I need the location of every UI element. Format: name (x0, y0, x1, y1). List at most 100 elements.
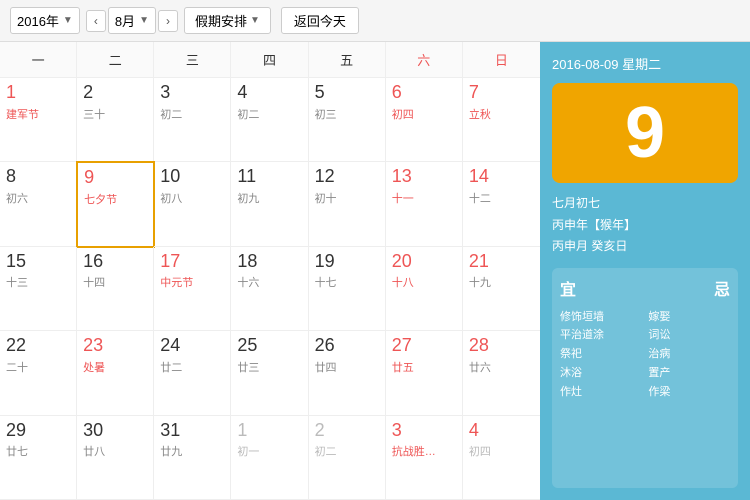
lunar-label: 十三 (6, 274, 70, 290)
day-cell[interactable]: 15十三 (0, 247, 77, 331)
day-number: 11 (237, 166, 301, 188)
month-select[interactable]: 8月 ▼ (108, 7, 156, 34)
day-cell[interactable]: 1初一 (231, 416, 308, 500)
day-cell[interactable]: 23 处暑 (77, 331, 154, 415)
weekday-cell: 三 (154, 42, 231, 77)
day-cell[interactable]: 24廿二 (154, 331, 231, 415)
day-number: 21 (469, 251, 534, 273)
month-label: 8月 (115, 11, 135, 30)
day-number: 29 (6, 420, 70, 442)
day-cell[interactable]: 31廿九 (154, 416, 231, 500)
day-number: 13 (392, 166, 456, 188)
day-cell[interactable]: 6 初四 (386, 78, 463, 162)
lunar-label: 三十 (83, 106, 147, 122)
day-cell[interactable]: 4初四 (463, 416, 540, 500)
day-cell[interactable]: 30廿八 (77, 416, 154, 500)
day-number: 9 (84, 167, 147, 189)
day-cell[interactable]: 26 廿四 (309, 331, 386, 415)
day-cell[interactable]: 29廿七 (0, 416, 77, 500)
today-button[interactable]: 返回今天 (281, 7, 359, 34)
lunar-label: 十一 (392, 190, 456, 206)
right-panel: 2016-08-09 星期二 9 七月初七 丙申年【猴年】 丙申月 癸亥日 宜 … (540, 42, 750, 500)
yi-item: 祭祀 (560, 345, 642, 364)
toolbar: 2016年 ▼ ‹ 8月 ▼ › 假期安排 ▼ 返回今天 (0, 0, 750, 42)
day-cell[interactable]: 25廿三 (231, 331, 308, 415)
next-month-button[interactable]: › (158, 10, 178, 32)
day-number: 4 (469, 420, 534, 442)
day-cell[interactable]: 8初六 (0, 162, 77, 246)
day-number: 30 (83, 420, 147, 442)
ji-item: 作梁 (648, 383, 730, 402)
lunar-line3: 丙申月 癸亥日 (552, 236, 738, 258)
lunar-label: 建军节 (6, 106, 70, 122)
day-number: 26 (315, 335, 379, 357)
day-cell[interactable]: 5初三 (309, 78, 386, 162)
calendar-area: 一二三四五六日 1建军节2三十3初二4初二5初三 6 初四 7立秋 8初六9七夕节10初… (0, 42, 540, 500)
year-select[interactable]: 2016年 ▼ (10, 7, 80, 34)
day-cell[interactable]: 17中元节 (154, 247, 231, 331)
lunar-label: 廿四 (315, 359, 379, 375)
weekday-cell: 四 (231, 42, 308, 77)
day-cell[interactable]: 27廿五 (386, 331, 463, 415)
lunar-label: 十八 (392, 274, 456, 290)
holiday-button[interactable]: 假期安排 ▼ (184, 7, 271, 34)
lunar-label: 二十 (6, 359, 70, 375)
day-cell[interactable]: 28廿六 (463, 331, 540, 415)
day-number: 20 (392, 251, 456, 273)
day-cell[interactable]: 2初二 (309, 416, 386, 500)
day-cell[interactable]: 13 十一 (386, 162, 463, 246)
day-cell[interactable]: 22 二十 (0, 331, 77, 415)
day-number: 4 (237, 82, 301, 104)
day-number: 18 (237, 251, 301, 273)
weekday-header: 一二三四五六日 (0, 42, 540, 78)
day-cell[interactable]: 12 初十 (309, 162, 386, 246)
day-number: 16 (83, 251, 147, 273)
lunar-label: 十四 (83, 274, 147, 290)
day-cell[interactable]: 3初二 (154, 78, 231, 162)
lunar-label: 初一 (237, 443, 301, 459)
weekday-cell: 六 (386, 42, 463, 77)
day-cell[interactable]: 21十九 (463, 247, 540, 331)
day-cell[interactable]: 16十四 (77, 247, 154, 331)
month-arrow: ▼ (139, 15, 149, 26)
day-cell[interactable]: 3抗战胜… (386, 416, 463, 500)
day-cell[interactable]: 14十二 (463, 162, 540, 246)
day-cell[interactable]: 1建军节 (0, 78, 77, 162)
day-cell[interactable]: 7立秋 (463, 78, 540, 162)
lunar-label: 廿二 (160, 359, 224, 375)
day-cell[interactable]: 2三十 (77, 78, 154, 162)
ji-item: 治病 (648, 345, 730, 364)
day-cell[interactable]: 20十八 (386, 247, 463, 331)
lunar-label: 十九 (469, 274, 534, 290)
year-arrow: ▼ (63, 15, 73, 26)
month-nav: ‹ 8月 ▼ › (86, 7, 178, 34)
lunar-label: 初十 (315, 190, 379, 206)
lunar-line2: 丙申年【猴年】 (552, 215, 738, 237)
calendar-grid: 1建军节2三十3初二4初二5初三 6 初四 7立秋 8初六9七夕节10初八11初九 12 初… (0, 78, 540, 500)
lunar-label: 廿八 (83, 443, 147, 459)
day-cell[interactable]: 4初二 (231, 78, 308, 162)
big-date-box: 9 (552, 83, 738, 183)
day-number: 6 (392, 82, 456, 104)
lunar-label: 十七 (315, 274, 379, 290)
ji-column: 嫁娶词讼治病置产作梁 (648, 308, 730, 401)
lunar-label: 廿三 (237, 359, 301, 375)
lunar-label: 初四 (392, 106, 456, 122)
prev-month-button[interactable]: ‹ (86, 10, 106, 32)
yi-item: 修饰垣墙 (560, 308, 642, 327)
lunar-line1: 七月初七 (552, 193, 738, 215)
day-number: 27 (392, 335, 456, 357)
day-cell[interactable]: 18十六 (231, 247, 308, 331)
lunar-label: 处暑 (83, 359, 147, 375)
day-cell[interactable]: 11初九 (231, 162, 308, 246)
day-cell[interactable]: 10初八 (154, 162, 231, 246)
day-number: 23 (83, 335, 147, 357)
day-cell[interactable]: 9七夕节 (76, 161, 155, 247)
yi-ji-header: 宜 忌 (560, 276, 730, 300)
day-number: 22 (6, 335, 70, 357)
day-cell[interactable]: 19十七 (309, 247, 386, 331)
day-number: 12 (315, 166, 379, 188)
weekday-cell: 二 (77, 42, 154, 77)
big-day-number: 9 (625, 97, 665, 169)
day-number: 5 (315, 82, 379, 104)
